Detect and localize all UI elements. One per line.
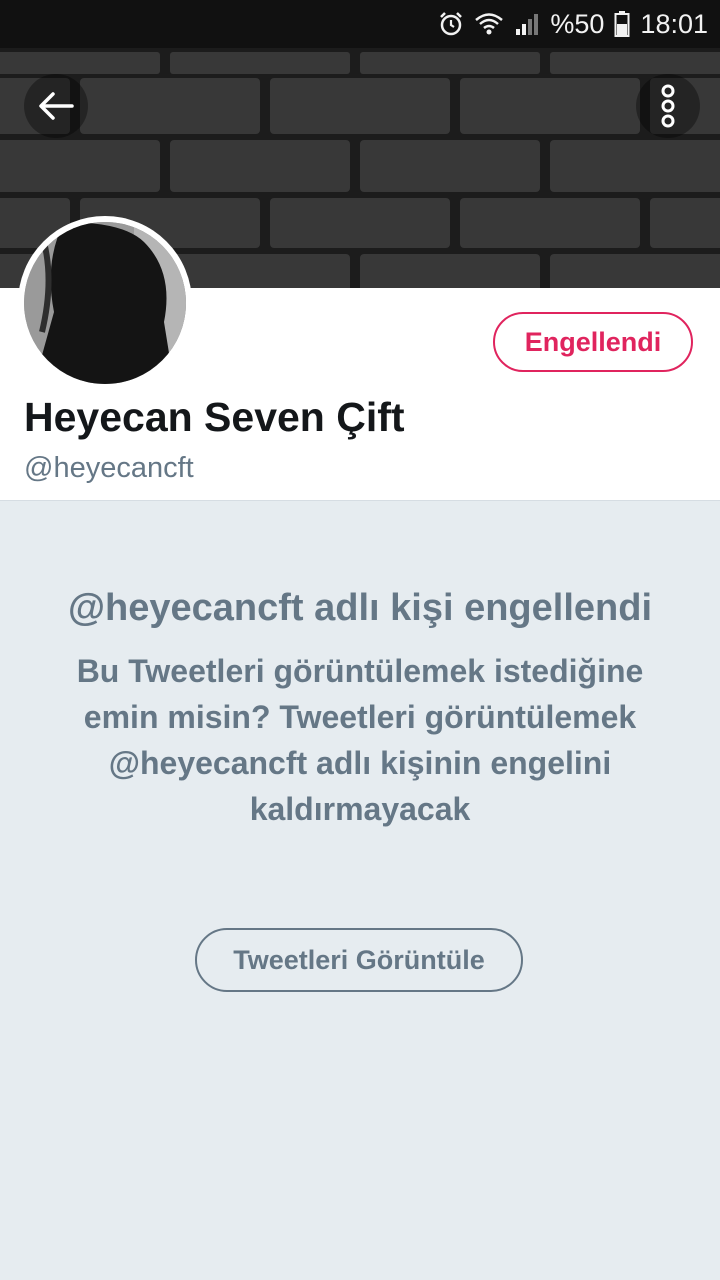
- more-options-button[interactable]: [636, 74, 700, 138]
- avatar[interactable]: [18, 216, 192, 390]
- clock: 18:01: [640, 8, 708, 39]
- avatar-photo: [24, 222, 186, 384]
- wifi-icon: [474, 11, 504, 37]
- status-bar: %50 18:01: [0, 0, 720, 48]
- profile-handle: @heyecancft: [24, 452, 194, 484]
- battery-icon: [614, 10, 630, 38]
- battery-percent: %50: [550, 8, 605, 39]
- status-bar-right: %50 18:01: [438, 0, 708, 48]
- blocked-notice: @heyecancft adlı kişi engellendi Bu Twee…: [40, 580, 680, 832]
- profile-display-name: Heyecan Seven Çift: [24, 394, 405, 440]
- signal-icon: [514, 11, 540, 37]
- more-vertical-icon: [661, 84, 675, 128]
- view-tweets-button[interactable]: Tweetleri Görüntüle: [195, 928, 523, 992]
- back-button[interactable]: [24, 74, 88, 138]
- blocked-button[interactable]: Engellendi: [493, 312, 693, 372]
- arrow-left-icon: [39, 92, 74, 120]
- blocked-notice-title: @heyecancft adlı kişi engellendi: [67, 587, 653, 629]
- blocked-notice-body: Bu Tweetleri görüntülemek istediğine emi…: [76, 653, 644, 827]
- alarm-icon: [438, 11, 464, 37]
